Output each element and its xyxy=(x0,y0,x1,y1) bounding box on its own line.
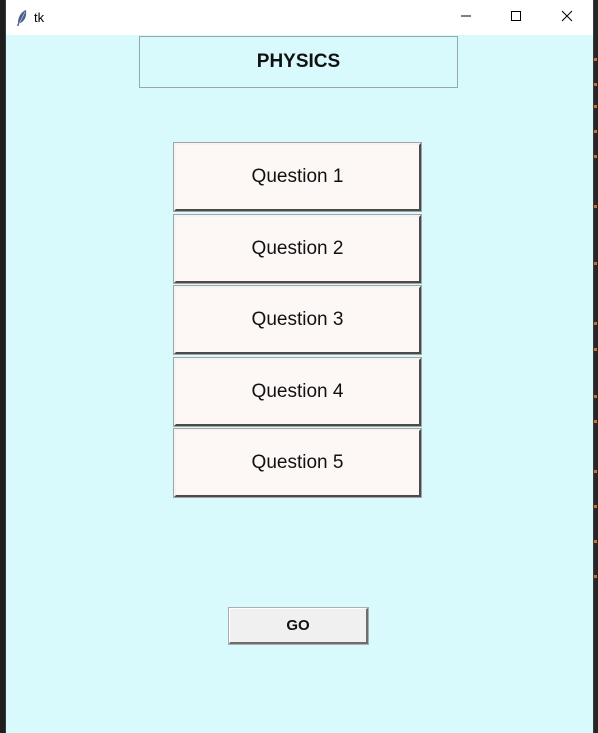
subject-title: PHYSICS xyxy=(139,36,458,88)
maximize-icon xyxy=(510,9,522,27)
question-3-button[interactable]: Question 3 xyxy=(174,286,421,354)
close-button[interactable] xyxy=(544,0,590,35)
question-5-button[interactable]: Question 5 xyxy=(174,429,421,497)
app-window: tk PHYSICS Question 1 Question 2 Questio… xyxy=(6,0,593,733)
window-title: tk xyxy=(34,10,45,25)
title-bar[interactable]: tk xyxy=(6,0,593,35)
minimize-button[interactable] xyxy=(443,0,489,35)
maximize-button[interactable] xyxy=(493,0,539,35)
question-1-button[interactable]: Question 1 xyxy=(174,143,421,211)
feather-icon xyxy=(15,9,29,27)
background-editor-strip xyxy=(593,0,598,733)
question-2-button[interactable]: Question 2 xyxy=(174,215,421,283)
question-4-button[interactable]: Question 4 xyxy=(174,358,421,426)
minimize-icon xyxy=(460,9,472,27)
close-icon xyxy=(561,9,573,27)
go-button[interactable]: GO xyxy=(229,608,368,644)
